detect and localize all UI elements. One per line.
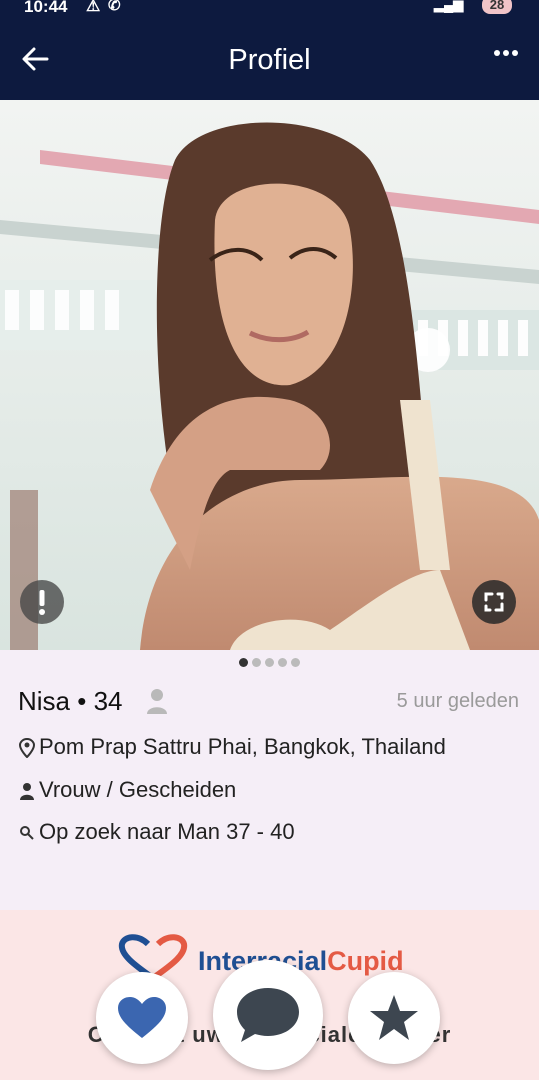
page-dot[interactable] <box>278 658 287 667</box>
more-options-icon[interactable] <box>493 48 519 58</box>
page-dot[interactable] <box>239 658 248 667</box>
battery-icon: 28 <box>482 0 512 14</box>
report-button[interactable] <box>20 580 64 624</box>
photo-pagination <box>0 658 539 667</box>
gender-row: Vrouw / Gescheiden <box>18 777 236 803</box>
search-icon <box>20 826 34 840</box>
exclamation-icon <box>39 590 45 615</box>
profile-name-age: Nisa • 34 <box>18 686 123 716</box>
page-dot[interactable] <box>252 658 261 667</box>
gender-status-text: Vrouw / Gescheiden <box>39 777 237 802</box>
signal-icon: ▂▄▆ <box>434 0 464 12</box>
expand-photo-button[interactable] <box>472 580 516 624</box>
user-icon <box>20 783 34 801</box>
chat-bubble-icon <box>237 988 299 1042</box>
favorite-button[interactable] <box>348 972 440 1064</box>
location-row: Pom Prap Sattru Phai, Bangkok, Thailand <box>18 734 446 760</box>
location-text: Pom Prap Sattru Phai, Bangkok, Thailand <box>39 734 446 759</box>
chat-button[interactable] <box>213 960 323 1070</box>
warning-icon: ⚠ <box>86 0 101 15</box>
whatsapp-icon: ✆ <box>108 0 121 14</box>
like-button[interactable] <box>96 972 188 1064</box>
looking-for-row: Op zoek naar Man 37 - 40 <box>18 819 295 845</box>
status-bar: 10:44 ⚠ ✆ ▂▄▆ 28 <box>0 0 539 18</box>
page-dot[interactable] <box>291 658 300 667</box>
last-seen-time: 5 uur geleden <box>396 690 519 712</box>
person-icon <box>147 689 167 714</box>
expand-icon <box>484 592 504 612</box>
page-title: Profiel <box>228 44 311 76</box>
heart-icon <box>118 997 166 1038</box>
page-dot[interactable] <box>265 658 274 667</box>
looking-for-text: Op zoek naar Man 37 - 40 <box>39 819 295 844</box>
star-icon <box>370 995 418 1040</box>
status-time: 10:44 <box>24 0 68 16</box>
profile-photo[interactable] <box>0 100 539 650</box>
location-pin-icon <box>18 738 36 759</box>
app-bar: Profiel <box>0 18 539 100</box>
